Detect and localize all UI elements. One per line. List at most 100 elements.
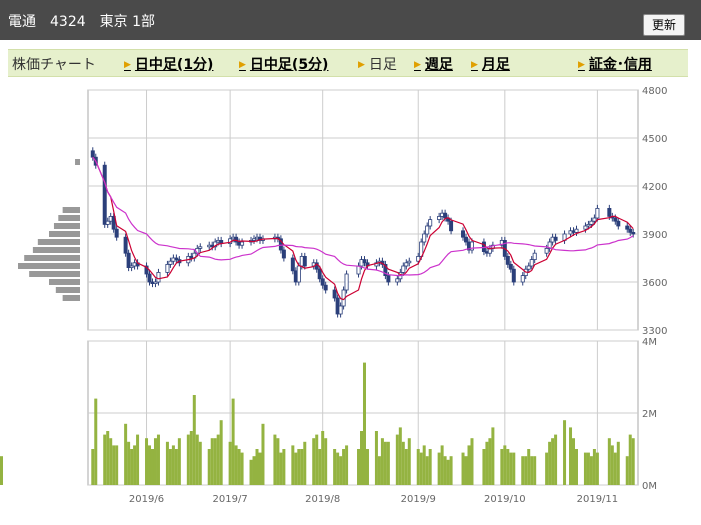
tab-label: 日中足(5分) [249, 57, 329, 73]
volume-bar [395, 434, 399, 485]
tab-daily: ▶ 日足 [358, 54, 397, 74]
volume-bar [216, 434, 220, 485]
volume-bar [527, 449, 531, 485]
volume-bar [500, 449, 504, 485]
candle-body [296, 265, 301, 283]
volume-bar [404, 449, 408, 485]
volume-bar [533, 456, 537, 485]
volume-bar [563, 420, 567, 485]
volume-bar [124, 423, 128, 485]
candle-body [532, 252, 537, 260]
price-tick-label: 4800 [642, 86, 667, 97]
tab-margin-credit[interactable]: ▶ 証金･信用 [578, 54, 652, 74]
tab-weekly[interactable]: ▶ 週足 [414, 54, 453, 74]
volume-bar [148, 445, 152, 485]
volume-bar [318, 449, 322, 485]
stock-title: 電通 4324 東京 1部 [8, 14, 155, 30]
candle-body [165, 263, 170, 273]
candle-body [126, 252, 131, 268]
volume-bar [503, 445, 507, 485]
candle-body [422, 233, 427, 243]
volume-bar [240, 452, 244, 485]
volume-bar [342, 449, 346, 485]
volume-bar [554, 434, 558, 485]
tab-monthly[interactable]: ▶ 月足 [471, 54, 510, 74]
volume-bar [467, 445, 471, 485]
volume-bar [374, 431, 378, 485]
volume-bar [219, 420, 223, 485]
volume-bar [631, 438, 635, 485]
volume-tick-label: 4M [642, 337, 657, 348]
volume-profile-bar [24, 255, 80, 261]
volume-bar [589, 456, 593, 485]
volume-bar [130, 449, 134, 485]
candle-body [613, 217, 618, 222]
volume-bar [437, 452, 441, 485]
candle-body [362, 259, 367, 264]
candle-body [356, 265, 361, 275]
volume-bar [213, 438, 217, 485]
candle-body [505, 255, 510, 265]
volume-bar [425, 456, 429, 485]
volume-bar [252, 456, 256, 485]
header-bar: 電通 4324 東京 1部 更新 [0, 0, 701, 40]
volume-bar [258, 452, 262, 485]
candle-body [464, 236, 469, 243]
refresh-button[interactable]: 更新 [642, 14, 685, 36]
volume-profile-bar [75, 159, 80, 165]
volume-bar [336, 452, 340, 485]
stock-chart: 4800 4500 4200 3900 3600 3300 4M 2M 0M 2019/6 201… [0, 86, 667, 505]
volume-bar [156, 434, 160, 485]
candle-body [553, 236, 558, 241]
candle-body [443, 212, 448, 219]
volume-bar [491, 427, 495, 485]
candle-body [156, 271, 161, 283]
candle-body [102, 164, 107, 225]
candle-body [520, 275, 525, 283]
volume-bar [189, 431, 193, 485]
candle-body [317, 268, 322, 280]
candle-body [437, 215, 442, 220]
volume-bar [485, 441, 489, 485]
volume-bar [416, 449, 420, 485]
volume-bar [530, 456, 534, 485]
tab-arrow-icon: ▶ [239, 60, 246, 70]
volume-bar [443, 456, 447, 485]
candle-body [323, 284, 328, 291]
volume-bar [521, 456, 525, 485]
volume-bar [303, 441, 307, 485]
volume-bar [524, 456, 528, 485]
tab-label: 証金･信用 [588, 57, 652, 73]
candle-body [302, 255, 307, 267]
tab-label: 日足 [368, 57, 397, 73]
volume-tick-label: 2M [642, 409, 657, 420]
tab-intraday-1min[interactable]: ▶ 日中足(1分) [124, 54, 213, 74]
candle-body [583, 225, 588, 230]
volume-bar [407, 438, 411, 485]
volume-bar [94, 398, 98, 485]
candle [344, 270, 349, 294]
volume-bar [249, 459, 253, 485]
volume-bar [165, 441, 169, 485]
volume-bar [377, 456, 381, 485]
volume-bar [545, 452, 549, 485]
volume-bar [324, 438, 328, 485]
volume-bar [145, 438, 149, 485]
volume-bar [261, 423, 265, 485]
candle-body [628, 228, 633, 233]
volume-bar [464, 456, 468, 485]
candle-body [105, 220, 110, 225]
candle-body [240, 241, 245, 246]
candle-body [386, 275, 391, 283]
volume-bar [228, 441, 232, 485]
volume-bar [362, 362, 366, 485]
tab-intraday-5min[interactable]: ▶ 日中足(5分) [239, 54, 328, 74]
candle-body [123, 236, 128, 254]
volume-bar [551, 438, 555, 485]
price-tick-label: 3900 [642, 230, 667, 241]
volume-bar [291, 445, 295, 485]
tab-arrow-icon: ▶ [471, 60, 478, 70]
candle-body [574, 228, 579, 233]
volume-profile-bar [18, 263, 80, 269]
volume-profile-bar [37, 239, 80, 245]
